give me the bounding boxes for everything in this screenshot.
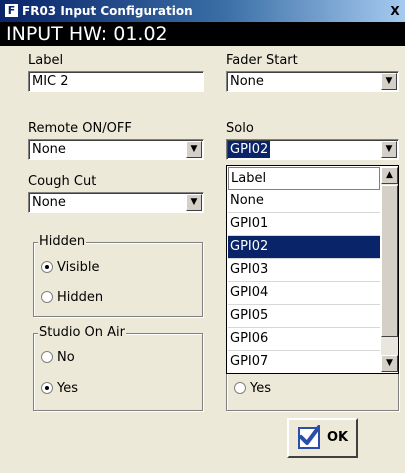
radio-right-yes-label: Yes [250,381,271,396]
list-item[interactable]: GPI01 [228,213,380,236]
radio-unselected-icon [41,351,53,363]
list-item[interactable]: GPI04 [228,282,380,305]
label-field-label: Label [28,53,64,68]
ok-label: OK [327,430,349,445]
scroll-up-icon[interactable]: ▲ [381,167,398,184]
studio-on-air-group-title: Studio On Air [38,325,126,340]
fader-start-value: None [230,74,264,89]
chevron-down-icon[interactable]: ▼ [381,73,397,90]
list-item[interactable]: Label [228,167,380,190]
list-item[interactable]: GPI05 [228,305,380,328]
scroll-down-icon[interactable]: ▼ [381,355,398,372]
radio-selected-icon [41,382,53,394]
list-item[interactable]: GPI07 [228,351,380,374]
window-title: FR03 Input Configuration [22,4,193,18]
scrollbar-thumb[interactable] [381,185,398,337]
radio-selected-icon [41,261,53,273]
radio-unselected-icon [41,291,53,303]
radio-visible-label: Visible [57,260,100,275]
hidden-group-title: Hidden [38,234,87,249]
solo-value: GPI02 [228,141,271,158]
list-item[interactable]: GPI03 [228,259,380,282]
radio-yes-label: Yes [57,381,78,396]
input-hw-header: INPUT HW: 01.02 [0,22,405,46]
cough-cut-value: None [32,195,66,210]
list-item[interactable]: GPI06 [228,328,380,351]
radio-visible[interactable]: Visible [41,260,99,276]
studio-on-air-groupbox: Studio On Air No Yes [33,325,203,411]
ok-button[interactable]: OK [287,418,358,458]
remote-onoff-label: Remote ON/OFF [28,121,132,136]
cough-cut-label: Cough Cut [28,174,97,189]
chevron-down-icon[interactable]: ▼ [186,141,202,158]
close-icon[interactable]: X [387,3,403,19]
fader-start-label: Fader Start [226,53,298,68]
solo-label: Solo [226,121,254,136]
chevron-down-icon[interactable]: ▼ [381,141,397,158]
scrollbar[interactable]: ▲ ▼ [381,167,398,372]
solo-select[interactable]: GPI02 ▼ [226,139,399,160]
list-item-selected[interactable]: GPI02 [228,236,380,259]
remote-onoff-select[interactable]: None ▼ [28,139,204,160]
radio-no-label: No [57,350,75,365]
fader-start-select[interactable]: None ▼ [226,71,399,92]
radio-yes[interactable]: Yes [41,381,78,397]
cough-cut-select[interactable]: None ▼ [28,192,204,213]
radio-unselected-icon [234,382,246,394]
radio-hidden[interactable]: Hidden [41,290,103,306]
check-icon [298,425,320,449]
label-input[interactable]: MIC 2 [28,71,204,92]
list-item[interactable]: None [228,190,380,213]
radio-no[interactable]: No [41,350,75,366]
app-logo-icon: F [5,4,18,17]
radio-right-yes[interactable]: Yes [234,381,271,397]
radio-hidden-label: Hidden [57,290,104,305]
remote-onoff-value: None [32,142,66,157]
chevron-down-icon[interactable]: ▼ [186,194,202,211]
hidden-groupbox: Hidden Visible Hidden [33,234,203,317]
title-bar[interactable]: F FR03 Input Configuration X [0,0,405,22]
solo-dropdown-list[interactable]: Label None GPI01 GPI02 GPI03 GPI04 GPI05… [226,165,399,374]
